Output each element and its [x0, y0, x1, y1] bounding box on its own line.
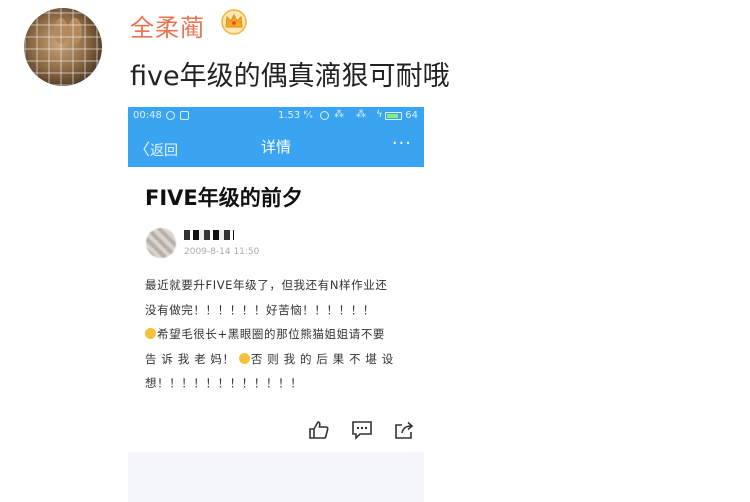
charging-icon: ϟ: [376, 109, 383, 120]
article-body: 最近就要升FIVE年级了，但我还有N样作业还 没有做完！！！！！！好苦恼！！！！…: [145, 273, 415, 396]
body-line-text: 否 则 我 的 后 果 不 堪 设: [250, 351, 394, 366]
alarm-icon: [320, 111, 329, 120]
body-line-text: 告 诉 我 老 妈！: [145, 351, 235, 366]
nav-title: 详情: [260, 138, 291, 156]
body-line-text: 希望毛很长+黑眼圈的那位熊猫姐姐请不要: [157, 327, 386, 341]
body-line: 想！！！！！！！！！！！！: [145, 376, 303, 390]
username[interactable]: 全柔蔺: [130, 8, 205, 43]
body-line: 告 诉 我 老 妈！ 否 则 我 的 后 果 不 堪 设: [145, 347, 415, 372]
battery-icon: [385, 112, 402, 120]
emoji-icon: [238, 352, 250, 364]
article-date: 2009-8-14 11:50: [184, 247, 260, 257]
share-icon[interactable]: [393, 420, 415, 440]
battery-level: 64: [405, 110, 418, 121]
notification-icon: [180, 111, 189, 120]
comment-icon[interactable]: [351, 420, 373, 440]
network-speed: 1.53 ᴷ⁄ₛ: [278, 110, 313, 121]
phone-nav-bar: 〈返回 详情 ···: [128, 127, 424, 167]
article-title: FIVE年级的前夕: [145, 186, 303, 210]
author-avatar[interactable]: [146, 228, 176, 258]
crown-icon: [221, 9, 247, 35]
body-line: 希望毛很长+黑眼圈的那位熊猫姐姐请不要: [145, 322, 415, 347]
status-time: 00:48: [133, 110, 162, 121]
phone-status-bar: 00:48 1.53 ᴷ⁄ₛ ⁂ ⁂ ϟ 64: [128, 107, 424, 127]
signal-icon: ⁂: [356, 109, 366, 120]
like-icon[interactable]: [308, 420, 330, 440]
article-actions: [308, 420, 418, 442]
wifi-icon: ⁂: [334, 109, 344, 120]
shield-icon: [166, 111, 175, 120]
avatar-cage-pattern: [24, 8, 102, 86]
post-text: five年级的偶真滴狠可耐哦: [130, 61, 450, 92]
body-line: 没有做完！！！！！！好苦恼！！！！！！: [145, 302, 375, 317]
more-button[interactable]: ···: [392, 133, 412, 154]
footer-area: [128, 452, 424, 502]
emoji-icon: [145, 328, 156, 339]
body-line: 最近就要升FIVE年级了，但我还有N样作业还: [145, 278, 388, 292]
embedded-screenshot[interactable]: 00:48 1.53 ᴷ⁄ₛ ⁂ ⁂ ϟ 64 〈返回 详情 ··· FIVE年…: [128, 107, 424, 502]
user-avatar[interactable]: [24, 8, 102, 86]
author-name-blurred[interactable]: [184, 230, 234, 240]
